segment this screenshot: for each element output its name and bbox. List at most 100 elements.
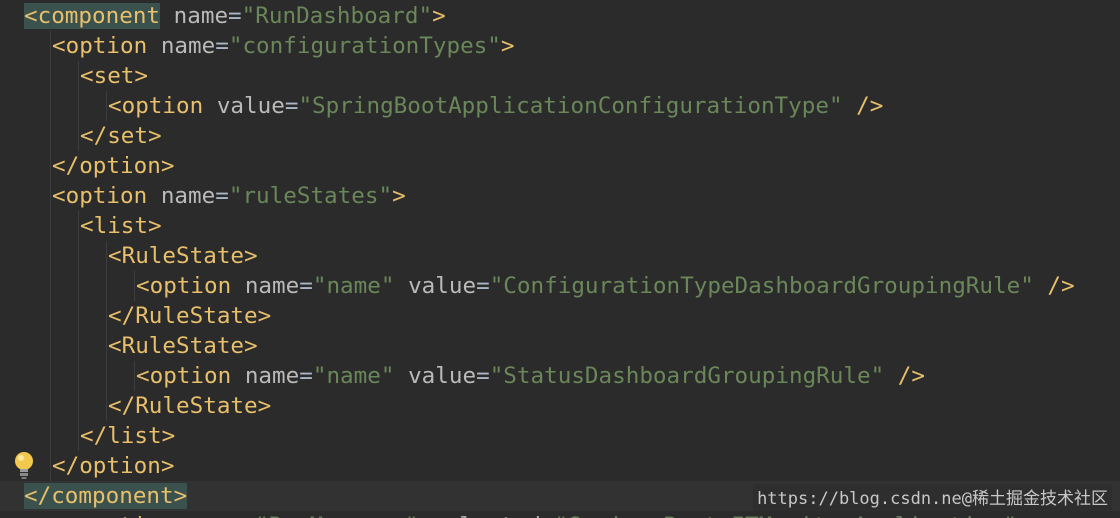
indent-guide [78, 211, 79, 241]
code-token: value [203, 93, 285, 119]
code-token: "ConfigurationTypeDashboardGroupingRule" [489, 273, 1034, 299]
indent-guide [106, 91, 107, 121]
code-token: = [541, 513, 555, 518]
indent-guide [106, 331, 107, 361]
indent-guide [78, 271, 79, 301]
indent-guide [78, 301, 79, 331]
code-token: = [299, 363, 313, 389]
code-token: = [215, 183, 229, 209]
code-token: <set> [80, 63, 149, 89]
indent-guide [50, 121, 51, 151]
indent-guide [50, 421, 51, 451]
code-token: "RunManager" [255, 513, 418, 518]
indent-guide [106, 301, 107, 331]
indent-guide [50, 451, 51, 481]
indent-guide [50, 151, 51, 181]
indent-guide [50, 361, 51, 391]
code-line[interactable]: <set> [0, 61, 1120, 91]
indent-guide [50, 331, 51, 361]
code-text: <option name="ruleStates"> [52, 181, 406, 211]
code-token: "SpringBootApplicationConfigurationType" [298, 93, 843, 119]
code-token: > [500, 33, 515, 59]
code-text: </set> [80, 121, 162, 151]
indent-guide [50, 271, 51, 301]
code-token: <RuleState> [108, 333, 258, 359]
code-token: "name" [312, 363, 395, 389]
code-token: > [392, 183, 406, 209]
code-line[interactable]: <RuleState> [0, 331, 1120, 361]
code-token: </RuleState> [108, 393, 272, 419]
code-token: = [476, 273, 490, 299]
code-token: selected [419, 513, 541, 518]
code-line[interactable]: </option> [0, 451, 1120, 481]
code-text: <RuleState> [108, 241, 258, 271]
indent-guide [50, 241, 51, 271]
code-text: <list> [80, 211, 162, 241]
indent-guide [134, 271, 135, 301]
code-line[interactable]: </set> [0, 121, 1120, 151]
indent-guide [106, 361, 107, 391]
indent-guide [50, 31, 51, 61]
code-text: <option name="configurationTypes"> [52, 31, 515, 61]
code-text: <option name="name" value="Configuration… [136, 271, 1075, 301]
code-token: <option [108, 93, 204, 119]
indent-guide [50, 61, 51, 91]
code-text: </option> [52, 151, 174, 181]
code-token: </option> [52, 153, 175, 179]
code-line[interactable]: </option> [0, 151, 1120, 181]
code-token: </option> [52, 453, 175, 479]
indent-guide [78, 421, 79, 451]
code-token: <component [24, 3, 161, 29]
code-line[interactable]: <option name="configurationTypes"> [0, 31, 1120, 61]
code-token: /> [842, 93, 884, 119]
code-token: </component> [24, 483, 188, 509]
indent-guide [78, 121, 79, 151]
code-token: = [228, 3, 242, 29]
indent-guide [50, 181, 51, 211]
code-line[interactable]: </list> [0, 421, 1120, 451]
code-token: </set> [80, 123, 162, 149]
indent-guide [78, 91, 79, 121]
code-token: "RunDashboard" [241, 3, 433, 29]
code-token: </RuleState> [108, 303, 272, 329]
code-token: = [242, 513, 256, 518]
code-token: <option [136, 363, 232, 389]
code-token: = [215, 33, 229, 59]
code-token: "name" [312, 273, 395, 299]
lightbulb-icon[interactable] [10, 449, 38, 481]
code-token: "ruleStates" [228, 183, 393, 209]
code-line[interactable]: <component name="RunDashboard"> [0, 1, 1120, 31]
indent-guide [78, 361, 79, 391]
code-text: <set> [80, 61, 148, 91]
code-token: name [147, 33, 216, 59]
indent-guide [134, 361, 135, 391]
code-line[interactable]: <list> [0, 211, 1120, 241]
code-line[interactable]: </RuleState> [0, 391, 1120, 421]
code-text: <RuleState> [108, 331, 258, 361]
code-token: <option [52, 183, 148, 209]
code-line[interactable]: <option name="name" value="StatusDashboa… [0, 361, 1120, 391]
code-line[interactable]: <option name="name" value="Configuration… [0, 271, 1120, 301]
code-token: name [174, 513, 241, 518]
code-token: = [476, 363, 490, 389]
code-text: </list> [80, 421, 175, 451]
code-token: = [284, 93, 299, 119]
indent-guide [78, 241, 79, 271]
code-line[interactable]: <option name="ruleStates"> [0, 181, 1120, 211]
code-line[interactable]: <RuleState> [0, 241, 1120, 271]
code-text: </RuleState> [108, 301, 271, 331]
code-token: name [231, 273, 300, 299]
code-line[interactable]: </RuleState> [0, 301, 1120, 331]
indent-guide [106, 271, 107, 301]
code-token: name [147, 183, 216, 209]
code-editor[interactable]: <component name="RunDashboard"> <option n… [0, 0, 1120, 518]
code-text: <option value="SpringBootApplicationConf… [108, 91, 883, 121]
code-token: "configurationTypes" [228, 33, 501, 59]
code-line[interactable]: <option value="SpringBootApplicationConf… [0, 91, 1120, 121]
code-token: value [394, 273, 477, 299]
code-text: <component name="RunDashboard"> [24, 1, 446, 31]
code-token: <list> [80, 213, 162, 239]
indent-guide [50, 91, 51, 121]
code-token: <option [136, 273, 232, 299]
code-token: name [231, 363, 300, 389]
